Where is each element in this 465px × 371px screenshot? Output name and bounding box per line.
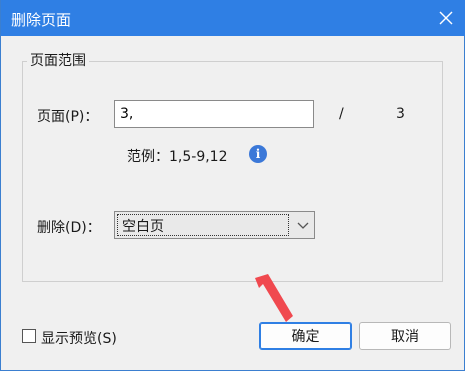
- page-input[interactable]: [114, 100, 314, 128]
- chevron-down-icon: [297, 222, 309, 229]
- page-separator: /: [339, 106, 344, 122]
- preview-label: 显示预览(S): [41, 331, 117, 347]
- delete-type-select[interactable]: 空白页: [114, 211, 315, 239]
- ok-button[interactable]: 确定: [259, 322, 352, 350]
- annotation-arrow-icon: [255, 274, 293, 322]
- delete-type-value: 空白页: [117, 214, 289, 236]
- page-range-group: [22, 61, 443, 282]
- info-icon[interactable]: i: [249, 145, 267, 163]
- preview-checkbox[interactable]: [22, 329, 36, 343]
- page-label: 页面(P)：: [37, 109, 99, 125]
- close-button[interactable]: [436, 8, 456, 28]
- cancel-button[interactable]: 取消: [359, 322, 451, 350]
- delete-label: 删除(D)：: [37, 220, 101, 236]
- dialog-title: 删除页面: [11, 11, 72, 29]
- close-icon: [439, 11, 453, 25]
- delete-pages-dialog: 删除页面 页面范围 页面(P)： / 3 范例：1,5-9,12 i 删除(D)…: [0, 0, 465, 371]
- group-title: 页面范围: [27, 50, 89, 70]
- example-text: 范例：1,5-9,12: [127, 149, 228, 165]
- total-pages: 3: [396, 106, 405, 122]
- title-bar: 删除页面: [1, 0, 465, 36]
